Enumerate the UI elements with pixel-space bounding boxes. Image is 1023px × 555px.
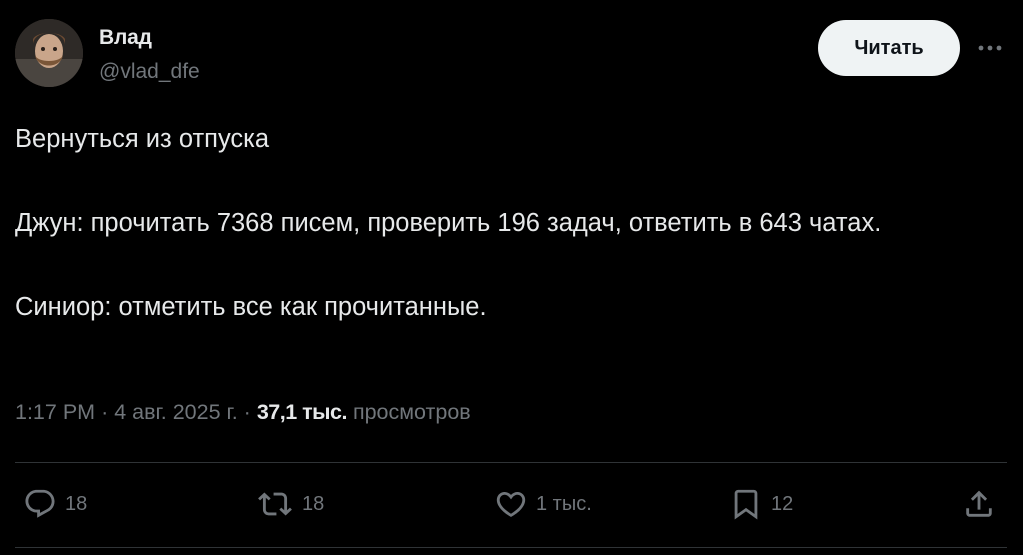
like-count: 1 тыс. <box>536 492 592 515</box>
more-horizontal-icon <box>978 45 1002 51</box>
meta-separator: · <box>243 400 251 424</box>
retweet-icon <box>258 492 292 516</box>
views-count[interactable]: 37,1 тыс. <box>257 400 348 424</box>
author-avatar[interactable] <box>15 19 83 87</box>
divider <box>15 547 1007 548</box>
like-button[interactable]: 1 тыс. <box>494 485 592 523</box>
bookmark-button[interactable]: 12 <box>729 485 793 523</box>
share-button[interactable] <box>962 485 996 523</box>
meta-separator: · <box>101 400 109 424</box>
tweet-text: Вернуться из отпуска Джун: прочитать 736… <box>15 118 975 328</box>
bookmark-count: 12 <box>771 492 794 515</box>
retweet-count: 18 <box>302 492 325 515</box>
follow-button[interactable]: Читать <box>818 20 960 76</box>
user-avatar-photo-icon <box>15 19 83 87</box>
tweet-card: Влад @vlad_dfe Читать Вернуться из отпус… <box>0 0 1023 555</box>
heart-icon <box>496 491 526 517</box>
tweet-paragraph: Синиор: отметить все как прочитанные. <box>15 293 487 321</box>
author-handle[interactable]: @vlad_dfe <box>99 60 200 84</box>
tweet-paragraph: Джун: прочитать 7368 писем, проверить 19… <box>15 209 882 237</box>
tweet-date[interactable]: 4 авг. 2025 г. <box>114 400 237 424</box>
views-label: просмотров <box>352 400 471 424</box>
reply-icon <box>25 489 55 518</box>
divider <box>15 462 1007 463</box>
reply-count: 18 <box>65 492 88 515</box>
tweet-paragraph: Вернуться из отпуска <box>15 125 270 153</box>
tweet-meta: 1:17 PM · 4 авг. 2025 г. · 37,1 тыс. про… <box>15 400 471 425</box>
reply-button[interactable]: 18 <box>23 485 87 523</box>
more-options-button[interactable] <box>972 34 1008 62</box>
tweet-time[interactable]: 1:17 PM <box>15 400 95 424</box>
bookmark-icon <box>734 489 758 520</box>
author-name[interactable]: Влад <box>99 26 152 50</box>
retweet-button[interactable]: 18 <box>256 485 324 523</box>
share-icon <box>966 490 992 517</box>
